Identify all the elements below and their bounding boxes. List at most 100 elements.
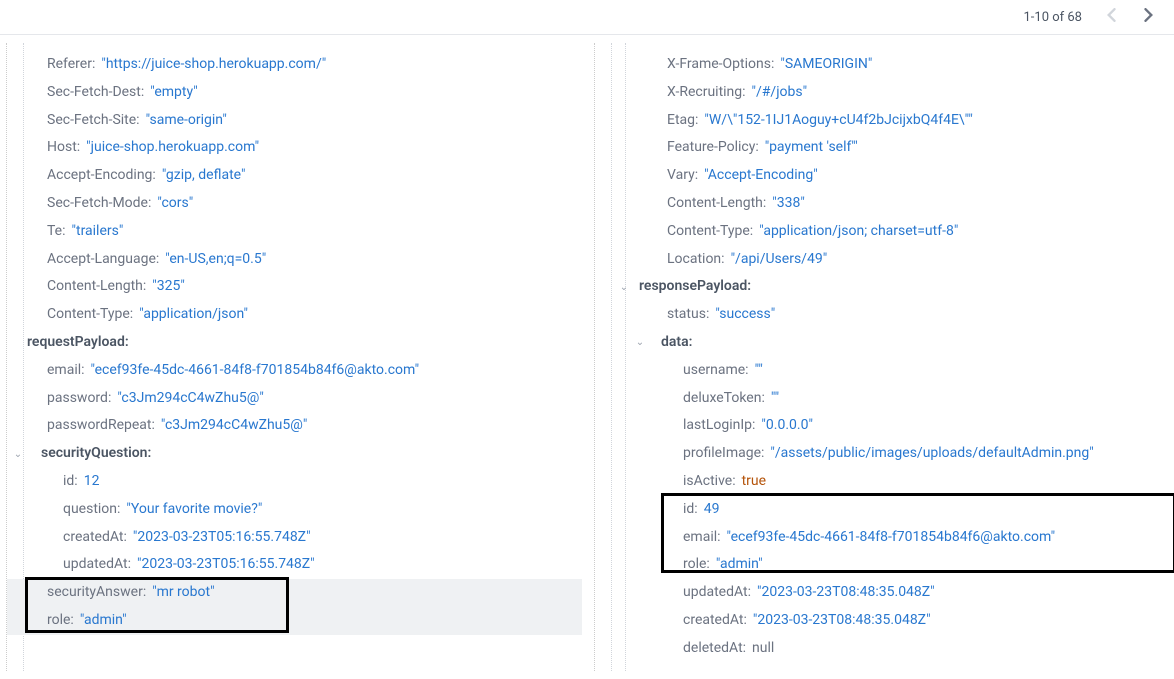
left-header-1-row: Sec-Fetch-Dest:"empty" xyxy=(7,79,582,107)
left-header-1-value: "empty" xyxy=(150,81,197,105)
chevron-down-icon[interactable]: ⌄ xyxy=(633,334,647,351)
left-header-3-key: Host: xyxy=(47,136,80,160)
security-answer-value: "mr robot" xyxy=(152,581,214,605)
right-data1-2-value: "0.0.0.0" xyxy=(761,414,813,438)
left-header-4-row: Accept-Encoding:"gzip, deflate" xyxy=(7,162,582,190)
left-header-3-row: Host:"juice-shop.herokuapp.com" xyxy=(7,134,582,162)
left-header-0-row: Referer:"https://juice-shop.herokuapp.co… xyxy=(7,51,582,79)
chevron-down-icon[interactable]: ⌄ xyxy=(617,279,631,296)
pagination-arrows xyxy=(1106,8,1154,26)
right-header-0-row: X-Frame-Options:"SAMEORIGIN" xyxy=(595,51,1170,79)
request-payload-label: requestPayload: xyxy=(27,331,129,355)
left-header-2-key: Sec-Fetch-Site: xyxy=(47,109,140,133)
right-header-2-row: Etag:"W/\"152-1IJ1Aoguy+cU4f2bJcijxbQ4f4… xyxy=(595,107,1170,135)
right-data1-3-row: profileImage:"/assets/public/images/uplo… xyxy=(595,440,1170,468)
role-key: role: xyxy=(47,609,74,633)
security-question-2-row: createdAt:"2023-03-23T05:16:55.748Z" xyxy=(7,524,582,552)
right-boxed-2-value: "admin" xyxy=(716,553,763,577)
next-page-button[interactable] xyxy=(1144,8,1154,26)
left-header-8-row: Content-Length:"325" xyxy=(7,273,582,301)
role-value: "admin" xyxy=(80,609,127,633)
data-label: data: xyxy=(661,331,692,355)
right-data1-0-key: username: xyxy=(683,359,749,383)
response-payload-section: ⌄ responsePayload: xyxy=(595,273,1170,301)
left-payload-0-value: "ecef93fe-45dc-4661-84f8-f701854b84f6@ak… xyxy=(91,359,420,383)
security-question-section: ⌄ securityQuestion: xyxy=(7,440,582,468)
left-header-7-row: Accept-Language:"en-US,en;q=0.5" xyxy=(7,246,582,274)
right-header-3-value: "payment 'self'" xyxy=(765,136,858,160)
right-boxed-1-value: "ecef93fe-45dc-4661-84f8-f701854b84f6@ak… xyxy=(727,526,1056,550)
status-key: status: xyxy=(667,303,709,327)
right-data1-0-value: "" xyxy=(755,359,763,383)
left-header-4-value: "gzip, deflate" xyxy=(162,164,246,188)
right-data1-1-row: deluxeToken:"" xyxy=(595,385,1170,413)
left-payload-2-row: passwordRepeat:"c3Jm294cC4wZhu5@" xyxy=(7,412,582,440)
security-question-3-key: updatedAt: xyxy=(63,553,131,577)
right-data2-0-row: updatedAt:"2023-03-23T08:48:35.048Z" xyxy=(595,579,1170,607)
right-header-2-key: Etag: xyxy=(667,109,698,133)
right-data2-2-row: deletedAt: null xyxy=(595,635,1170,663)
security-question-1-value: "Your favorite movie?" xyxy=(126,498,262,522)
chevron-down-icon[interactable]: ⌄ xyxy=(11,446,25,463)
left-header-8-key: Content-Length: xyxy=(47,275,146,299)
role-row: role: "admin" xyxy=(7,607,582,635)
prev-page-button[interactable] xyxy=(1106,8,1116,26)
security-question-label: securityQuestion: xyxy=(41,442,151,466)
right-data2-2-value: null xyxy=(752,637,774,661)
right-header-4-value: "Accept-Encoding" xyxy=(704,164,818,188)
right-data1-0-row: username:"" xyxy=(595,357,1170,385)
security-answer-key: securityAnswer: xyxy=(47,581,146,605)
right-data2-1-row: createdAt:"2023-03-23T08:48:35.048Z" xyxy=(595,607,1170,635)
left-header-7-key: Accept-Language: xyxy=(47,248,159,272)
left-header-0-key: Referer: xyxy=(47,53,95,77)
security-question-0-key: id: xyxy=(63,470,78,494)
left-header-2-row: Sec-Fetch-Site:"same-origin" xyxy=(7,107,582,135)
right-header-5-key: Content-Length: xyxy=(667,192,766,216)
right-data1-4-key: isActive: xyxy=(683,470,736,494)
right-header-6-value: "application/json; charset=utf-8" xyxy=(759,220,958,244)
security-question-3-row: updatedAt:"2023-03-23T05:16:55.748Z" xyxy=(7,551,582,579)
right-header-3-key: Feature-Policy: xyxy=(667,136,759,160)
right-data2-0-value: "2023-03-23T08:48:35.048Z" xyxy=(757,581,935,605)
right-header-0-value: "SAMEORIGIN" xyxy=(780,53,872,77)
right-header-0-key: X-Frame-Options: xyxy=(667,53,774,77)
right-header-1-value: "/#/jobs" xyxy=(752,81,808,105)
left-payload-2-key: passwordRepeat: xyxy=(47,414,155,438)
right-data2-2-key: deletedAt: xyxy=(683,637,746,661)
right-header-5-row: Content-Length:"338" xyxy=(595,190,1170,218)
left-header-6-key: Te: xyxy=(47,220,66,244)
right-boxed-1-key: email: xyxy=(683,526,721,550)
request-payload-section: requestPayload: xyxy=(7,329,582,357)
status-value: "success" xyxy=(715,303,775,327)
right-data1-4-value: true xyxy=(742,470,766,494)
security-question-2-value: "2023-03-23T05:16:55.748Z" xyxy=(133,526,311,550)
right-data1-3-value: "/assets/public/images/uploads/defaultAd… xyxy=(770,442,1093,466)
left-header-2-value: "same-origin" xyxy=(146,109,227,133)
right-header-4-row: Vary:"Accept-Encoding" xyxy=(595,162,1170,190)
right-header-6-row: Content-Type:"application/json; charset=… xyxy=(595,218,1170,246)
left-payload-0-row: email:"ecef93fe-45dc-4661-84f8-f701854b8… xyxy=(7,357,582,385)
security-question-3-value: "2023-03-23T05:16:55.748Z" xyxy=(137,553,315,577)
right-data2-1-value: "2023-03-23T08:48:35.048Z" xyxy=(753,609,931,633)
right-data1-2-row: lastLoginIp:"0.0.0.0" xyxy=(595,412,1170,440)
right-header-5-value: "338" xyxy=(772,192,805,216)
left-header-7-value: "en-US,en;q=0.5" xyxy=(165,248,266,272)
right-data1-4-row: isActive:true xyxy=(595,468,1170,496)
left-header-6-row: Te:"trailers" xyxy=(7,218,582,246)
right-data1-3-key: profileImage: xyxy=(683,442,764,466)
left-header-5-value: "cors" xyxy=(157,192,193,216)
data-section: ⌄ data: xyxy=(595,329,1170,357)
right-header-3-row: Feature-Policy:"payment 'self'" xyxy=(595,134,1170,162)
response-payload-label: responsePayload: xyxy=(639,275,751,299)
left-header-9-value: "application/json" xyxy=(139,303,248,327)
request-column: Referer:"https://juice-shop.herokuapp.co… xyxy=(6,43,582,671)
left-payload-1-key: password: xyxy=(47,387,111,411)
pagination-bar: 1-10 of 68 xyxy=(0,0,1174,35)
left-header-0-value: "https://juice-shop.herokuapp.com/" xyxy=(101,53,326,77)
left-header-4-key: Accept-Encoding: xyxy=(47,164,156,188)
security-answer-row: securityAnswer: "mr robot" xyxy=(7,579,582,607)
left-payload-0-key: email: xyxy=(47,359,85,383)
right-boxed-1-row: email:"ecef93fe-45dc-4661-84f8-f701854b8… xyxy=(595,524,1170,552)
left-payload-1-row: password:"c3Jm294cC4wZhu5@" xyxy=(7,385,582,413)
right-data1-2-key: lastLoginIp: xyxy=(683,414,755,438)
